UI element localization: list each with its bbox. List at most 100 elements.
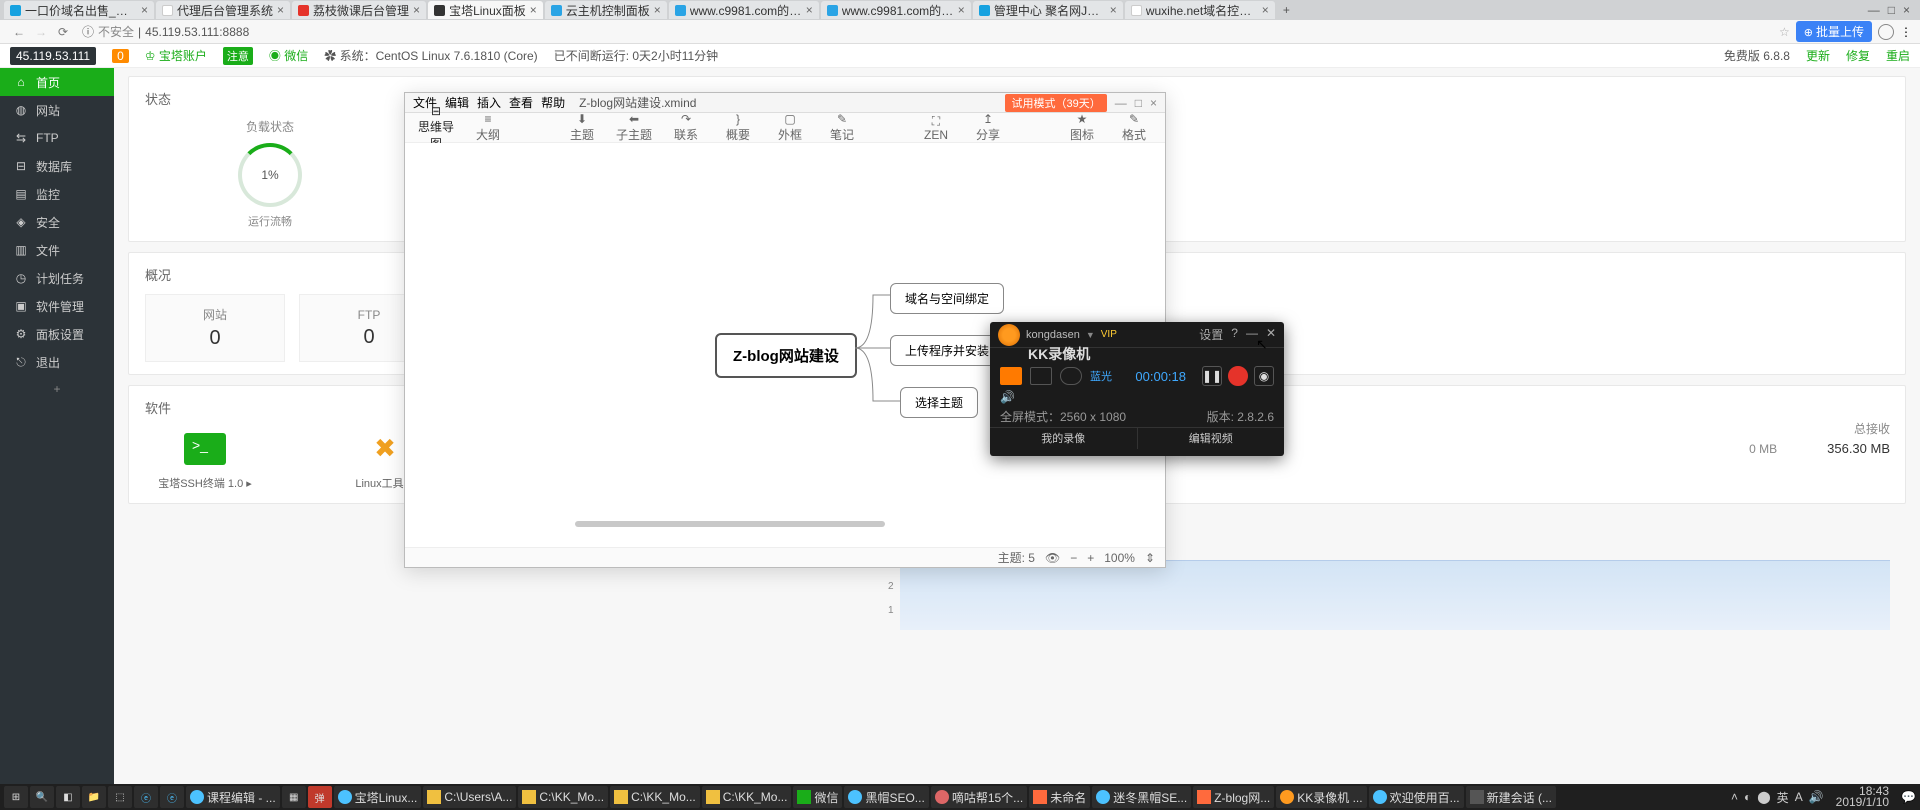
- taskbar-app[interactable]: 宝塔Linux...: [334, 786, 422, 808]
- browser-tab[interactable]: www.c9981.com的综合查询_彩...×: [669, 1, 819, 19]
- mindmap-node[interactable]: 上传程序并安装: [890, 335, 1004, 366]
- taskview-icon[interactable]: ◧: [56, 786, 80, 808]
- maximize-icon[interactable]: □: [1888, 3, 1895, 17]
- taskbar-app[interactable]: 欢迎使用百...: [1369, 786, 1464, 808]
- zoom-out[interactable]: −: [1070, 551, 1077, 565]
- mode-game[interactable]: [1060, 367, 1082, 385]
- minimize-icon[interactable]: —: [1246, 326, 1258, 343]
- overview-website[interactable]: 网站0: [145, 294, 285, 362]
- taskbar-app[interactable]: 嘀咕帮15个...: [931, 786, 1027, 808]
- tool-share[interactable]: ↥分享: [965, 112, 1011, 143]
- taskbar-app[interactable]: 新建会话 (...: [1466, 786, 1556, 808]
- ext-button[interactable]: ⊕ 批量上传: [1796, 21, 1872, 42]
- taskbar-app[interactable]: KK录像机 ...: [1276, 786, 1366, 808]
- taskbar-app[interactable]: 迷冬黑帽SE...: [1092, 786, 1191, 808]
- browser-tab[interactable]: wuxihe.net域名控制面板V2.0×: [1125, 1, 1275, 19]
- tool-notes[interactable]: ✎笔记: [819, 112, 865, 143]
- update-link[interactable]: 更新: [1806, 47, 1830, 64]
- tray-ime[interactable]: 英: [1777, 789, 1789, 806]
- sidebar-item-monitor[interactable]: ▤监控: [0, 180, 114, 208]
- minimize-icon[interactable]: —: [1868, 3, 1880, 17]
- close-icon[interactable]: ×: [1110, 3, 1117, 17]
- tray-ime-mode[interactable]: A: [1795, 790, 1803, 804]
- maximize-icon[interactable]: □: [1135, 96, 1142, 110]
- close-icon[interactable]: ✕: [1266, 326, 1276, 343]
- account-link[interactable]: ♔ 宝塔账户: [145, 47, 207, 64]
- profile-icon[interactable]: [1878, 24, 1894, 40]
- kk-settings[interactable]: 设置: [1199, 326, 1223, 343]
- sidebar-item-logout[interactable]: ⎋退出: [0, 348, 114, 376]
- star-icon[interactable]: ☆: [1779, 25, 1790, 39]
- taskbar-app[interactable]: 课程编辑 - ...: [186, 786, 280, 808]
- pause-button[interactable]: ❚❚: [1202, 366, 1222, 386]
- sidebar-item-software[interactable]: ▣软件管理: [0, 292, 114, 320]
- volume-icon[interactable]: 🔊: [1000, 390, 1015, 404]
- close-icon[interactable]: ×: [1262, 3, 1269, 17]
- tray-volume-icon[interactable]: 🔊: [1809, 790, 1824, 804]
- sidebar-item-ftp[interactable]: ⇆FTP: [0, 124, 114, 152]
- tool-zen[interactable]: ⛶ZEN: [913, 114, 959, 142]
- wechat-link[interactable]: ◉ 微信: [269, 47, 308, 64]
- minimize-icon[interactable]: —: [1115, 96, 1127, 110]
- sidebar-item-website[interactable]: ◍网站: [0, 96, 114, 124]
- trial-badge[interactable]: 试用模式（39天）: [1005, 94, 1106, 112]
- search-icon[interactable]: 🔍: [30, 786, 54, 808]
- taskbar-app[interactable]: C:\KK_Mo...: [702, 786, 792, 808]
- tray-chevron-icon[interactable]: ˄: [1731, 790, 1738, 804]
- menu-help[interactable]: 帮助: [541, 94, 565, 111]
- taskbar-app[interactable]: ▦: [282, 786, 306, 808]
- address-field[interactable]: ⓘ 不安全 | 45.119.53.111:8888: [82, 23, 1779, 40]
- ie-icon[interactable]: ⓔ: [160, 786, 184, 808]
- close-icon[interactable]: ×: [1150, 96, 1157, 110]
- horizontal-scrollbar[interactable]: [575, 521, 885, 527]
- browser-tab-active[interactable]: 宝塔Linux面板×: [428, 1, 543, 19]
- eye-icon[interactable]: 👁: [1045, 551, 1060, 565]
- mode-region[interactable]: [1030, 367, 1052, 385]
- tool-format[interactable]: ✎格式: [1111, 112, 1157, 143]
- taskbar-app[interactable]: 微信: [793, 786, 842, 808]
- browser-tab[interactable]: 云主机控制面板×: [545, 1, 667, 19]
- close-icon[interactable]: ×: [1903, 3, 1910, 17]
- taskbar-app[interactable]: Z-blog网...: [1193, 786, 1274, 808]
- my-recordings-tab[interactable]: 我的录像: [990, 428, 1138, 449]
- zoom-stepper[interactable]: ⇕: [1145, 551, 1155, 565]
- sidebar-item-files[interactable]: ▥文件: [0, 236, 114, 264]
- tool-boundary[interactable]: ▢外框: [767, 112, 813, 143]
- app-icon[interactable]: ⬚: [108, 786, 132, 808]
- mindmap-node[interactable]: 选择主题: [900, 387, 978, 418]
- fix-link[interactable]: 修复: [1846, 47, 1870, 64]
- sidebar-item-database[interactable]: ⊟数据库: [0, 152, 114, 180]
- tool-relation[interactable]: ↷联系: [663, 112, 709, 143]
- mode-fullscreen[interactable]: [1000, 367, 1022, 385]
- taskbar-app[interactable]: 黑帽SEO...: [844, 786, 928, 808]
- browser-tab[interactable]: www.c9981.com的百度排名信...×: [821, 1, 971, 19]
- restart-link[interactable]: 重启: [1886, 47, 1910, 64]
- quality-label[interactable]: 蓝光: [1090, 368, 1112, 384]
- taskbar-app[interactable]: 弹: [308, 786, 332, 808]
- menu-insert[interactable]: 插入: [477, 94, 501, 111]
- msg-count[interactable]: 0: [112, 49, 129, 63]
- forward-icon[interactable]: →: [33, 25, 49, 39]
- screenshot-button[interactable]: ◉: [1254, 366, 1274, 386]
- close-icon[interactable]: ×: [141, 3, 148, 17]
- menu-icon[interactable]: ⋮: [1900, 25, 1912, 39]
- tab-outline[interactable]: ≡大纲: [465, 112, 511, 143]
- close-icon[interactable]: ×: [530, 3, 537, 17]
- taskbar-app[interactable]: C:\KK_Mo...: [610, 786, 700, 808]
- zoom-in[interactable]: +: [1087, 551, 1094, 565]
- tool-icons[interactable]: ★图标: [1059, 112, 1105, 143]
- edge-icon[interactable]: ⓔ: [134, 786, 158, 808]
- new-tab-button[interactable]: +: [1277, 3, 1296, 17]
- taskbar-app[interactable]: 未命名: [1029, 786, 1090, 808]
- close-icon[interactable]: ×: [958, 3, 965, 17]
- reload-icon[interactable]: ⟳: [55, 25, 71, 39]
- start-button[interactable]: ⊞: [4, 786, 28, 808]
- record-button[interactable]: [1228, 366, 1248, 386]
- mindmap-root[interactable]: Z-blog网站建设: [715, 333, 857, 378]
- tray-icon[interactable]: ◐: [1744, 790, 1751, 804]
- edit-video-tab[interactable]: 编辑视频: [1138, 428, 1285, 449]
- taskbar-app[interactable]: C:\Users\A...: [423, 786, 516, 808]
- tool-subtopic[interactable]: ⬅子主题: [611, 112, 657, 143]
- menu-view[interactable]: 查看: [509, 94, 533, 111]
- kk-username[interactable]: kongdasen: [1026, 329, 1080, 341]
